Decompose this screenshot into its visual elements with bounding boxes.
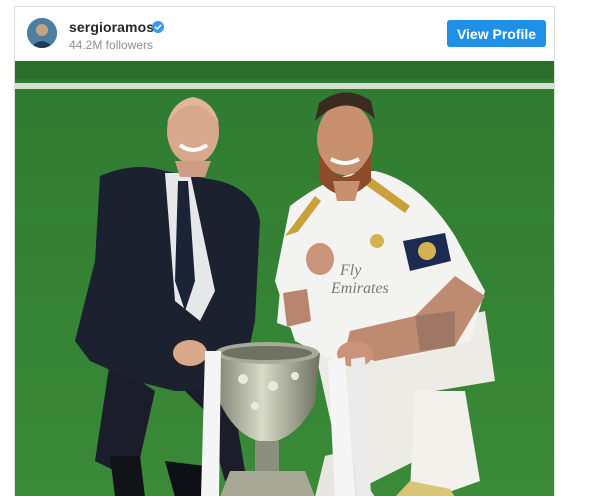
instagram-post-card: sergioramos 44.2M followers View Profile [14, 6, 555, 496]
avatar[interactable] [27, 18, 57, 48]
verified-badge-icon [152, 20, 164, 33]
sponsor-fly-text: Fly [339, 262, 362, 279]
view-profile-button[interactable]: View Profile [447, 20, 546, 47]
follower-count: 44.2M followers [69, 38, 154, 52]
post-photo[interactable]: Fly Emirates [15, 61, 554, 496]
sponsor-emirates-text: Emirates [330, 280, 389, 297]
post-header: sergioramos 44.2M followers View Profile [15, 7, 554, 61]
username[interactable]: sergioramos [69, 19, 154, 35]
